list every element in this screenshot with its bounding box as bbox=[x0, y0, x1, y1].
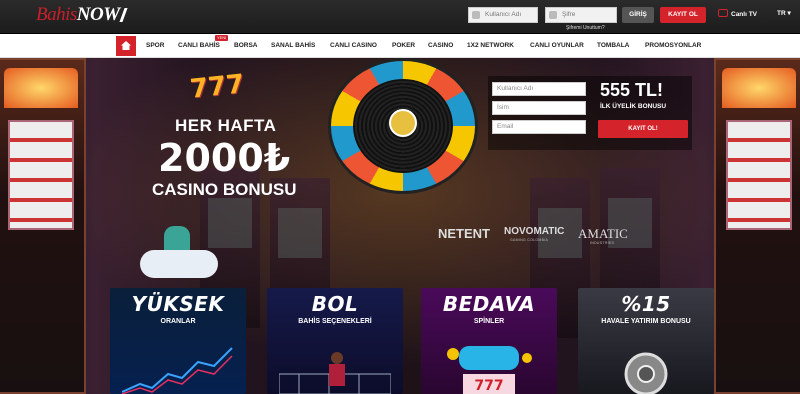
live-tv-label: Canlı TV bbox=[731, 11, 758, 18]
welcome-bonus-label: İLK ÜYELİK BONUSU bbox=[600, 103, 667, 110]
header-username-placeholder: Kullanıcı Adı bbox=[485, 11, 522, 18]
forgot-password-link[interactable]: Şifremi Unuttum? bbox=[566, 25, 605, 31]
home-icon[interactable] bbox=[116, 36, 136, 56]
chevron-down-icon: ▾ bbox=[787, 10, 791, 17]
provider-logo-amatic-sub: INDUSTRIES bbox=[590, 241, 615, 245]
card-title: BOL bbox=[311, 292, 359, 316]
provider-logo-novomatic-sub: GAMING COLOMBIA bbox=[510, 238, 549, 242]
promo-card-free-spins[interactable]: BEDAVA SPİNLER 777 bbox=[421, 288, 557, 394]
logo-text-bahis: Bahis bbox=[36, 4, 77, 25]
nav-item-sanal-bahis[interactable]: SANAL BAHİS bbox=[271, 42, 315, 49]
user-icon bbox=[472, 11, 480, 19]
card-subtitle: BAHİS SEÇENEKLERİ bbox=[298, 318, 372, 325]
nav-item-canli-bahis[interactable]: CANLI BAHİS bbox=[178, 42, 220, 49]
register-email-input[interactable]: Email bbox=[492, 120, 586, 134]
promo-amount: 2000₺ bbox=[158, 136, 291, 180]
quick-register-form: Kullanıcı Adı İsim Email 555 TL! İLK ÜYE… bbox=[488, 76, 692, 150]
live-tv-link[interactable]: Canlı TV bbox=[718, 9, 757, 18]
card-title: YÜKSEK bbox=[131, 292, 225, 316]
cricket-player-illustration bbox=[279, 352, 391, 394]
promo-777-graphic: 777 bbox=[188, 69, 246, 105]
nav-item-tombala[interactable]: TOMBALA bbox=[597, 42, 629, 49]
rising-chart-illustration bbox=[122, 347, 233, 394]
vault-illustration bbox=[624, 352, 668, 394]
new-badge: YENİ bbox=[215, 35, 229, 41]
nav-item-borsa[interactable]: BORSA bbox=[234, 42, 257, 49]
nav-item-canli-oyunlar[interactable]: CANLI OYUNLAR bbox=[530, 42, 584, 49]
record-label bbox=[389, 109, 417, 137]
slot-machine-right bbox=[714, 58, 800, 394]
slot-machine-left bbox=[0, 58, 86, 394]
promo-line-1: HER HAFTA bbox=[175, 116, 277, 135]
logo-text-now: NOW bbox=[76, 4, 120, 25]
language-label: TR bbox=[777, 10, 786, 17]
welcome-bonus-amount: 555 TL! bbox=[600, 80, 664, 100]
language-selector[interactable]: TR ▾ bbox=[777, 9, 791, 17]
genie-illustration bbox=[140, 226, 218, 280]
promo-line-3: CASINO BONUSU bbox=[152, 180, 297, 199]
register-submit-button[interactable]: KAYIT OL! bbox=[598, 120, 688, 138]
card-title: BEDAVA bbox=[442, 292, 536, 316]
bonus-wheel bbox=[328, 58, 478, 194]
promo-card-high-odds[interactable]: YÜKSEK ORANLAR bbox=[110, 288, 246, 394]
header-password-placeholder: Şifre bbox=[562, 11, 576, 18]
svg-text:777: 777 bbox=[474, 378, 503, 394]
provider-logo-novomatic: NOVOMATIC bbox=[504, 226, 565, 237]
register-username-input[interactable]: Kullanıcı Adı bbox=[492, 82, 586, 96]
promo-card-betting-options[interactable]: BOL BAHİS SEÇENEKLERİ bbox=[267, 288, 403, 394]
card-subtitle: ORANLAR bbox=[160, 318, 196, 325]
hero-banner[interactable]: 777 HER HAFTA 2000₺ CASINO BONUSU Kullan… bbox=[0, 58, 800, 394]
vinyl-record bbox=[353, 79, 453, 173]
nav-item-promosyonlar[interactable]: PROMOSYONLAR bbox=[645, 42, 701, 49]
nav-item-1x2-network[interactable]: 1X2 NETWORK bbox=[467, 42, 514, 49]
tv-icon bbox=[718, 9, 728, 17]
login-button[interactable]: GİRİŞ bbox=[622, 7, 654, 23]
header-username-input[interactable]: Kullanıcı Adı bbox=[468, 7, 538, 23]
register-name-input[interactable]: İsim bbox=[492, 101, 586, 115]
top-header: BahisNOW Kullanıcı Adı Şifre Şifremi Unu… bbox=[0, 0, 800, 34]
header-password-input[interactable]: Şifre bbox=[545, 7, 617, 23]
card-subtitle: HAVALE YATIRIM BONUSU bbox=[601, 318, 691, 325]
nav-item-casino[interactable]: CASINO bbox=[428, 42, 453, 49]
nav-item-poker[interactable]: POKER bbox=[392, 42, 415, 49]
lock-icon bbox=[549, 11, 557, 19]
player-figure-icon bbox=[119, 8, 135, 22]
card-subtitle: SPİNLER bbox=[473, 318, 505, 325]
provider-logo-netent: NETENT bbox=[438, 226, 490, 241]
provider-logo-amatic: AMATIC bbox=[578, 226, 628, 241]
promo-card-deposit-bonus[interactable]: %15 HAVALE YATIRIM BONUSU bbox=[578, 288, 714, 394]
nav-item-canli-casino[interactable]: CANLI CASINO bbox=[330, 42, 377, 49]
card-title: %15 bbox=[621, 292, 671, 316]
site-logo[interactable]: BahisNOW bbox=[36, 4, 135, 26]
register-button[interactable]: KAYIT OL bbox=[660, 7, 706, 23]
main-nav: SPOR CANLI BAHİS YENİ BORSA SANAL BAHİS … bbox=[0, 34, 800, 58]
nav-item-spor[interactable]: SPOR bbox=[146, 42, 164, 49]
free-spins-illustration: 777 bbox=[447, 346, 532, 394]
